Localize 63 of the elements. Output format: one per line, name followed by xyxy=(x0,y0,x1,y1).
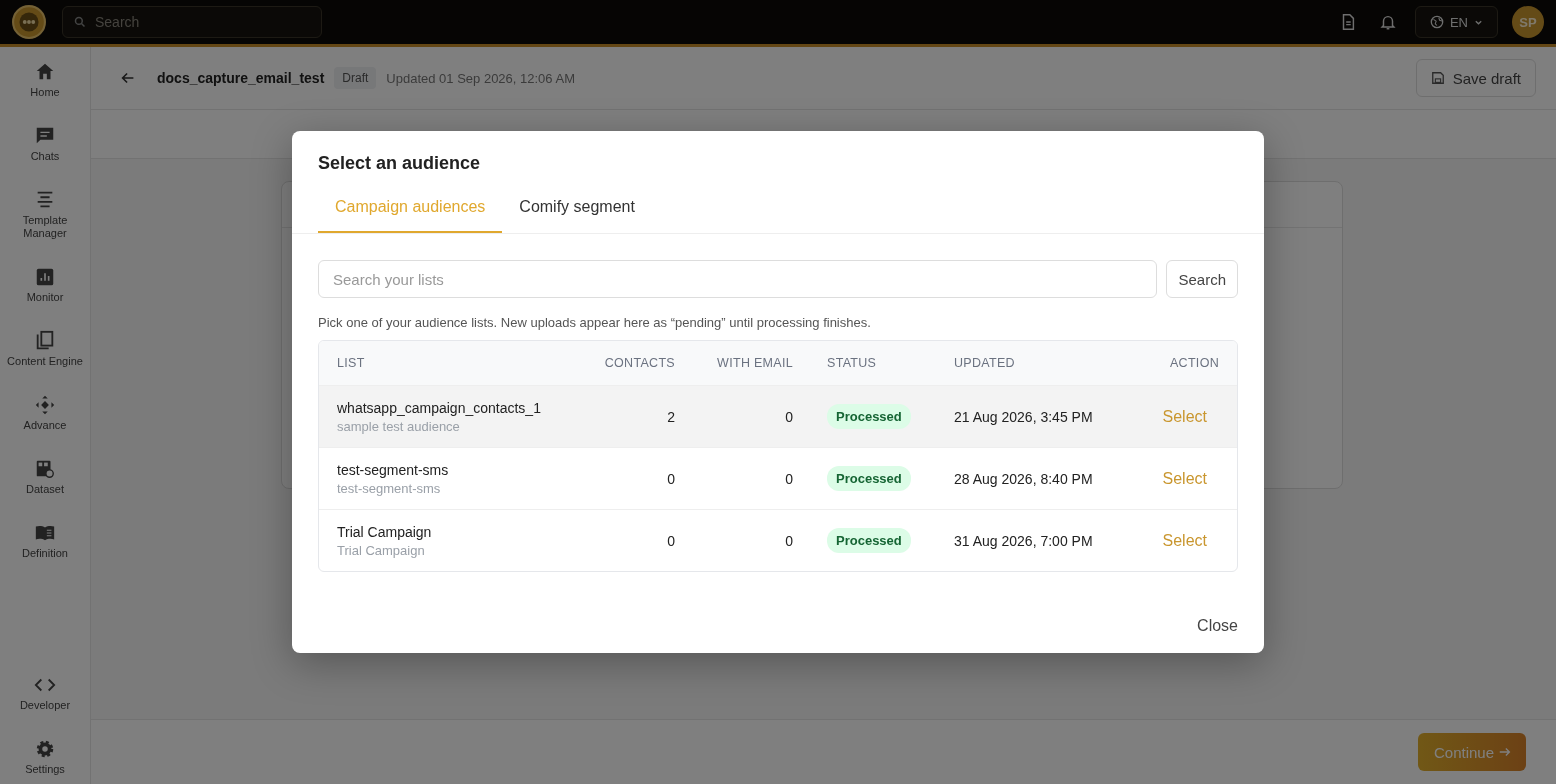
sidebar-item[interactable]: Developer xyxy=(5,674,85,712)
table-row[interactable]: test-segment-sms test-segment-sms 0 0 Processed 28 Aug 2026, 8:40 PM Select xyxy=(319,447,1237,509)
status-badge: Processed xyxy=(827,528,911,553)
list-name: whatsapp_campaign_contacts_1 xyxy=(337,399,542,416)
select-button[interactable]: Select xyxy=(1162,531,1219,550)
logo-icon[interactable] xyxy=(12,5,46,39)
sidebar-item[interactable]: Advance xyxy=(5,394,85,432)
bar-chart-icon xyxy=(34,266,56,288)
status-badge: Processed xyxy=(827,404,911,429)
search-field[interactable]: Search xyxy=(62,6,322,38)
dialog-title: Select an audience xyxy=(317,152,482,174)
select-button[interactable]: Select xyxy=(1162,407,1219,426)
list-name: Trial Campaign xyxy=(337,523,433,540)
column-header: CONTACTS xyxy=(603,356,675,370)
tab[interactable]: Comify segment xyxy=(502,190,652,233)
sidebar-item[interactable]: Settings xyxy=(5,738,85,776)
column-header: LIST xyxy=(337,356,366,370)
table-link-icon xyxy=(34,458,56,480)
table-cell-text: 0 xyxy=(784,532,793,549)
column-header: STATUS xyxy=(826,356,878,370)
column-header: WITH EMAIL xyxy=(716,356,793,370)
move-arrows-icon xyxy=(34,394,56,416)
table-cell-text: 2 xyxy=(666,408,675,425)
sidebar-item[interactable]: Home xyxy=(5,61,85,99)
sidebar-item[interactable]: Content Engine xyxy=(5,330,85,368)
tab[interactable]: Campaign audiences xyxy=(318,190,503,233)
copy-icon xyxy=(34,330,56,352)
sidebar-item[interactable]: Chats xyxy=(5,125,85,163)
globe-icon xyxy=(1429,15,1444,29)
table-cell-text: 0 xyxy=(666,532,675,549)
list-description: test-segment-sms xyxy=(337,480,442,496)
status-badge: Draft xyxy=(334,67,377,89)
sidebar-item[interactable]: Monitor xyxy=(5,266,85,304)
table-cell-text: 0 xyxy=(666,470,675,487)
arrow-right-icon xyxy=(1498,745,1512,759)
notification-icon[interactable] xyxy=(1378,13,1397,31)
table-cell-text: 0 xyxy=(784,408,793,425)
select-button[interactable]: Select xyxy=(1162,469,1219,488)
status-badge: Processed xyxy=(827,466,911,491)
column-header: UPDATED xyxy=(954,356,1016,370)
sidebar-item[interactable]: Template Manager xyxy=(5,189,85,240)
language-selector[interactable]: EN xyxy=(1414,6,1498,38)
sidebar-item[interactable]: Definition xyxy=(5,522,85,560)
column-header: ACTION xyxy=(1168,356,1219,370)
close-button[interactable]: Close xyxy=(1197,617,1238,635)
table-cell-text: 31 Aug 2026, 7:00 PM xyxy=(954,532,1094,549)
list-description: sample test audience xyxy=(337,418,461,434)
search-icon xyxy=(74,16,86,28)
table-cell-text: 0 xyxy=(784,470,793,487)
campaign-title: docs_capture_email_test xyxy=(157,70,325,86)
search-button[interactable]: Search xyxy=(1166,260,1238,298)
list-description: Trial Campaign xyxy=(337,542,426,558)
save-draft-button[interactable]: Save draft xyxy=(1415,59,1536,97)
hint-text: Pick one of your audience lists. New uploads appear here as “pending” until processing finishes. xyxy=(318,315,872,330)
sidebar-item[interactable]: Dataset xyxy=(5,458,85,496)
table-row[interactable]: Trial Campaign Trial Campaign 0 0 Processed 31 Aug 2026, 7:00 PM Select xyxy=(319,509,1237,571)
table-cell-text: 28 Aug 2026, 8:40 PM xyxy=(954,470,1094,487)
updated-text: Updated 01 Sep 2026, 12:06 AM xyxy=(386,70,575,86)
settings-icon xyxy=(34,738,56,760)
save-icon xyxy=(1430,71,1445,85)
list-name: test-segment-sms xyxy=(337,461,450,478)
table-row[interactable]: whatsapp_campaign_contacts_1 sample test audience 2 0 Processed 21 Aug 2026, 3:45 PM Select xyxy=(319,385,1237,447)
table-cell-text: 21 Aug 2026, 3:45 PM xyxy=(954,408,1094,425)
